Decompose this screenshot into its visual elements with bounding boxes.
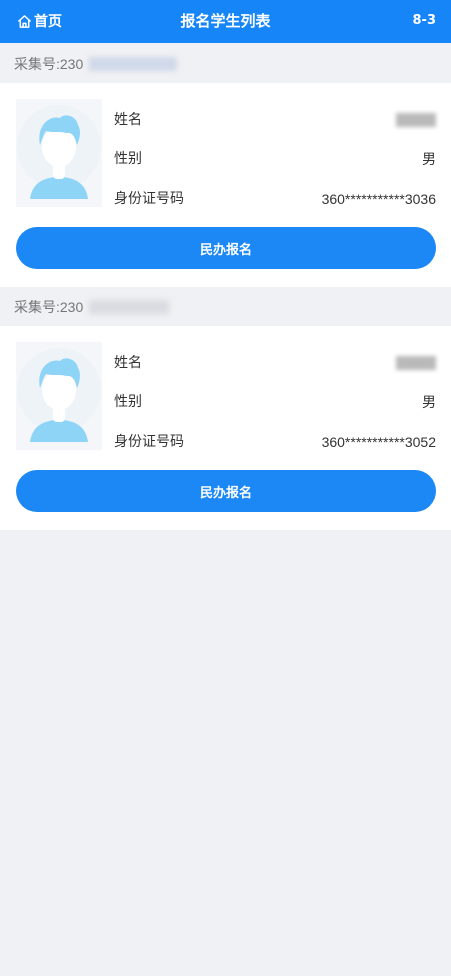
collect-number-label: 采集号:230 [14, 55, 84, 72]
app-header: 首页 报名学生列表 8-3 [0, 0, 451, 43]
avatar-icon [17, 348, 101, 442]
private-school-apply-button[interactable]: 民办报名 [16, 470, 436, 512]
name-row: 姓名 [114, 110, 436, 130]
gender-row: 性别 男 [114, 149, 436, 169]
id-label: 身份证号码 [114, 191, 184, 207]
id-row: 身份证号码 360***********3036 [114, 189, 436, 209]
gender-label: 性别 [114, 394, 142, 410]
gender-value: 男 [422, 394, 436, 410]
gender-value: 男 [422, 151, 436, 167]
student-card: 姓名 性别 男 身份证号码 360***********3036 民办报名 [0, 83, 451, 287]
id-value: 360***********3036 [321, 191, 436, 207]
name-label: 姓名 [114, 112, 142, 128]
redacted-name [396, 113, 436, 127]
id-row: 身份证号码 360***********3052 [114, 432, 436, 452]
page-code: 8-3 [412, 13, 437, 28]
id-value: 360***********3052 [321, 434, 436, 450]
private-school-apply-button[interactable]: 民办报名 [16, 227, 436, 269]
name-label: 姓名 [114, 355, 142, 371]
student-card: 姓名 性别 男 身份证号码 360***********3052 民办报名 [0, 326, 451, 530]
student-avatar [16, 342, 102, 450]
gender-label: 性别 [114, 151, 142, 167]
collect-number-label: 采集号:230 [14, 298, 84, 315]
id-label: 身份证号码 [114, 434, 184, 450]
gender-row: 性别 男 [114, 392, 436, 412]
page-title: 报名学生列表 [180, 12, 271, 30]
avatar-icon [17, 105, 101, 199]
student-avatar [16, 99, 102, 207]
redacted-collect-number [89, 299, 170, 314]
redacted-collect-number [89, 56, 178, 71]
name-row: 姓名 [114, 353, 436, 373]
student-group-header: 采集号:230 [0, 287, 451, 326]
redacted-name [396, 356, 436, 370]
student-group-header: 采集号:230 [0, 44, 451, 83]
